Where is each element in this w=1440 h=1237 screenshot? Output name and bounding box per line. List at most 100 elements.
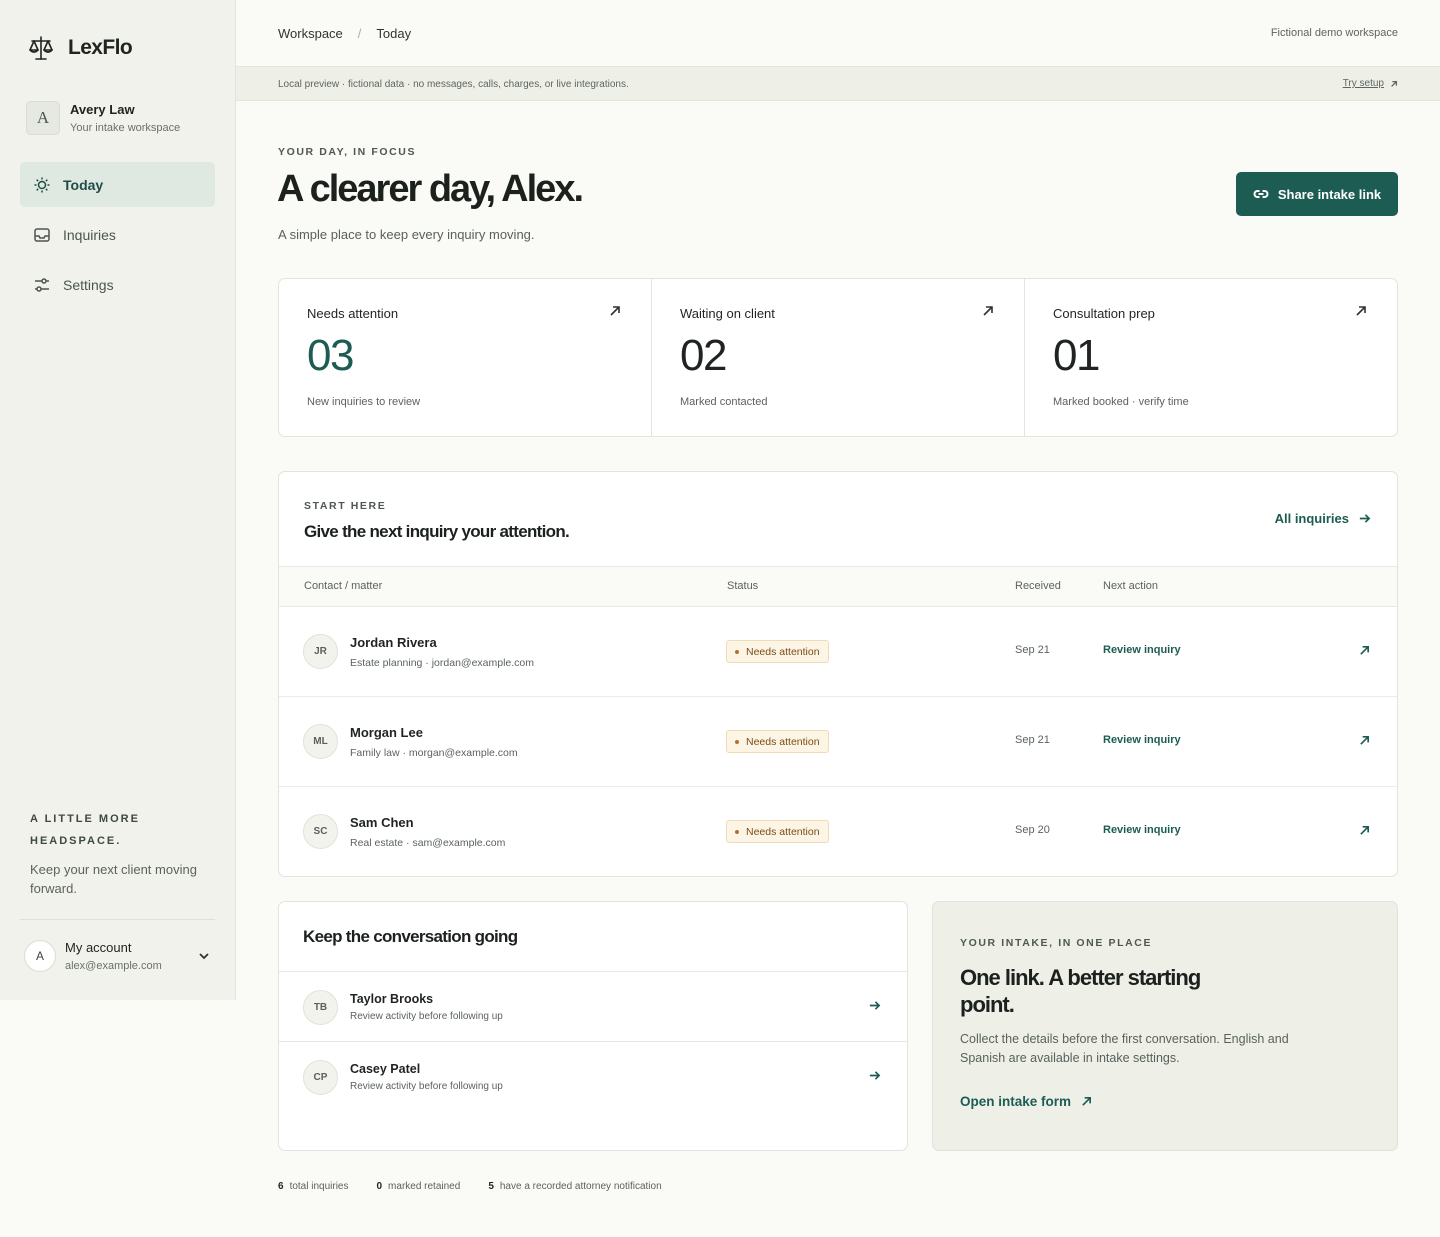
table-row[interactable]: SC Sam Chen Real estate · sam@example.co…	[279, 787, 1397, 876]
sidebar-item-label: Today	[63, 176, 104, 193]
status-dot	[735, 829, 739, 834]
hero-kicker: YOUR DAY, IN FOCUS	[278, 146, 417, 158]
sidebar-item-inquiries[interactable]: Inquiries	[20, 212, 215, 257]
avatar: ML	[303, 724, 338, 759]
table-row[interactable]: ML Morgan Lee Family law · morgan@exampl…	[279, 697, 1397, 787]
open-intake-form-label: Open intake form	[960, 1094, 1072, 1109]
open-intake-form-link[interactable]: Open intake form	[960, 1094, 1092, 1109]
account-menu[interactable]: A My account alex@example.com	[24, 940, 214, 972]
stat-waiting-on-client[interactable]: Waiting on client 02 Marked contacted	[652, 279, 1025, 436]
status-badge: Needs attention	[726, 640, 829, 663]
arrow-up-right-icon[interactable]	[1359, 735, 1370, 746]
try-setup-link[interactable]: Try setup	[1343, 78, 1398, 89]
share-intake-link-label: Share intake link	[1277, 186, 1382, 202]
sliders-icon	[35, 277, 49, 292]
table-row[interactable]: JR Jordan Rivera Estate planning · jorda…	[279, 607, 1397, 697]
status-dot	[735, 739, 739, 744]
page-subtitle: A simple place to keep every inquiry mov…	[278, 227, 535, 242]
arrow-right-icon[interactable]	[868, 999, 881, 1012]
stat-label: Needs attention	[307, 306, 399, 321]
contact-matter: Family law · morgan@example.com	[350, 747, 518, 759]
contact-matter: Estate planning · jordan@example.com	[350, 657, 535, 669]
avatar: A	[24, 940, 56, 972]
inquiries-title: Give the next inquiry your attention.	[304, 522, 570, 541]
arrow-right-icon[interactable]	[868, 1069, 881, 1082]
review-inquiry-link[interactable]: Review inquiry	[1103, 734, 1181, 746]
avatar: SC	[303, 814, 338, 849]
arrow-up-right-icon[interactable]	[1355, 305, 1367, 317]
contact-note: Review activity before following up	[350, 1011, 503, 1022]
arrow-up-right-icon	[1082, 1097, 1092, 1106]
review-inquiry-link[interactable]: Review inquiry	[1103, 824, 1181, 836]
link-icon	[1253, 190, 1269, 198]
avatar: JR	[303, 634, 338, 669]
headspace-note: A LITTLE MORE HEADSPACE. Keep your next …	[30, 808, 210, 898]
breadcrumb-root[interactable]: Workspace	[278, 26, 343, 41]
brand[interactable]: LexFlo	[28, 34, 133, 62]
headspace-kicker-line: HEADSPACE.	[30, 835, 122, 847]
summary-label: marked retained	[388, 1181, 461, 1192]
review-inquiry-link[interactable]: Review inquiry	[1103, 644, 1181, 656]
try-setup-label: Try setup	[1342, 78, 1384, 89]
summary-count: 0	[376, 1181, 383, 1192]
all-inquiries-link[interactable]: All inquiries	[1275, 511, 1371, 526]
status-dot	[735, 649, 739, 654]
conversation-title: Keep the conversation going	[303, 927, 518, 946]
summary-count: 6	[278, 1181, 284, 1192]
contact-name: Casey Patel	[350, 1062, 421, 1076]
intake-title: One link. A better starting point.	[960, 965, 1201, 1017]
workspace-switcher[interactable]: A Avery Law Your intake workspace	[26, 101, 180, 135]
received-date: Sep 20	[1015, 824, 1050, 836]
intake-description: Collect the details before the first con…	[960, 1032, 1289, 1065]
preview-banner: Local preview · fictional data · no mess…	[236, 67, 1440, 101]
arrow-up-right-icon[interactable]	[982, 305, 994, 317]
status-label: Needs attention	[746, 645, 820, 658]
contact-name: Jordan Rivera	[350, 635, 437, 650]
banner-text: Local preview · fictional data · no mess…	[278, 79, 629, 90]
contact-matter: Real estate · sam@example.com	[350, 837, 506, 849]
arrow-up-right-icon[interactable]	[1359, 825, 1370, 836]
share-intake-link-button[interactable]: Share intake link	[1236, 172, 1398, 216]
arrow-up-right-icon[interactable]	[1359, 645, 1370, 656]
stat-label: Consultation prep	[1053, 306, 1155, 321]
workspace-name: Avery Law	[70, 102, 135, 117]
summary-footer: 6 total inquiries 0 marked retained 5 have …	[278, 1181, 662, 1192]
status-badge: Needs attention	[726, 730, 829, 753]
headspace-kicker-line: A LITTLE MORE	[30, 813, 140, 825]
status-label: Needs attention	[746, 825, 820, 838]
arrow-up-right-icon[interactable]	[609, 305, 621, 317]
summary-label: total inquiries	[289, 1181, 349, 1192]
stat-consultation-prep[interactable]: Consultation prep 01 Marked booked · ver…	[1025, 279, 1397, 436]
sidebar-item-today[interactable]: Today	[20, 162, 215, 207]
summary-label: have a recorded attorney notification	[499, 1181, 662, 1192]
headspace-kicker: A LITTLE MORE HEADSPACE.	[30, 808, 210, 852]
chevron-down-icon[interactable]	[198, 950, 210, 962]
workspace-avatar: A	[26, 101, 60, 135]
all-inquiries-label: All inquiries	[1274, 511, 1349, 526]
conversation-card: Keep the conversation going TB Taylor Br…	[278, 901, 908, 1151]
summary-count: 5	[488, 1181, 494, 1192]
account-label: My account	[65, 940, 132, 955]
breadcrumb-current: Today	[376, 26, 412, 41]
avatar: CP	[303, 1060, 338, 1095]
status-badge: Needs attention	[726, 820, 829, 843]
summary-total: 6 total inquiries	[278, 1181, 348, 1192]
avatar: TB	[303, 990, 338, 1025]
summary-notified: 5 have a recorded attorney notification	[488, 1181, 661, 1192]
stat-label: Waiting on client	[680, 306, 775, 321]
contact-name: Sam Chen	[350, 815, 414, 830]
list-item[interactable]: TB Taylor Brooks Review activity before …	[279, 971, 907, 1041]
intake-card: YOUR INTAKE, IN ONE PLACE One link. A be…	[932, 901, 1398, 1151]
stat-needs-attention[interactable]: Needs attention 03 New inquiries to revi…	[279, 279, 652, 436]
status-label: Needs attention	[746, 735, 820, 748]
sidebar-item-settings[interactable]: Settings	[20, 262, 215, 307]
workspace-note: Fictional demo workspace	[1270, 27, 1398, 39]
stat-description: New inquiries to review	[307, 396, 421, 408]
topbar: Workspace / Today Fictional demo workspa…	[236, 0, 1440, 67]
breadcrumb-separator: /	[357, 26, 362, 41]
sidebar: LexFlo A Avery Law Your intake workspace…	[0, 0, 236, 1000]
list-item[interactable]: CP Casey Patel Review activity before fo…	[279, 1041, 907, 1111]
inquiries-panel: START HERE Give the next inquiry your at…	[278, 471, 1398, 877]
column-header-next-action: Next action	[1103, 580, 1159, 592]
sun-icon	[34, 177, 50, 192]
